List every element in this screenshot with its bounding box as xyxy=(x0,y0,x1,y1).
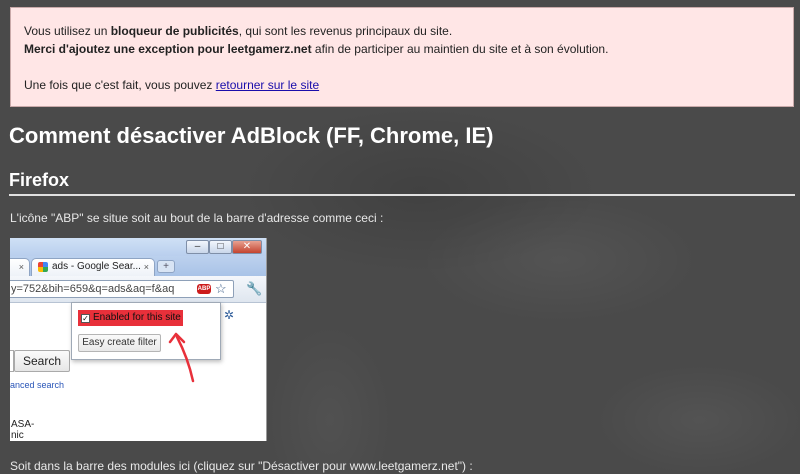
section-title-firefox: Firefox xyxy=(9,170,795,196)
result-fragment: nic xyxy=(11,430,24,441)
instruction-address-bar: L'icône "ABP" se situe soit au bout de l… xyxy=(10,211,384,225)
url-text: y=752&bih=659&q=ads&aq=f&aq xyxy=(11,283,175,295)
abp-icon: ABP xyxy=(197,284,211,294)
notice-exception-bold: Merci d'ajoutez une exception pour leetg… xyxy=(24,42,312,56)
browser-tab-row: × ads - Google Sear... × + xyxy=(10,256,266,276)
notice-line-2: Merci d'ajoutez une exception pour leetg… xyxy=(24,42,609,56)
adblock-notice: Vous utilisez un bloqueur de publicités,… xyxy=(10,7,794,107)
result-fragment: ASA- xyxy=(11,419,35,430)
notice-line-3: Une fois que c'est fait, vous pouvez ret… xyxy=(24,78,320,92)
tab-close-icon: × xyxy=(143,262,149,272)
enabled-label: Enabled for this site xyxy=(93,312,181,323)
browser-tab-google: ads - Google Sear... × xyxy=(31,258,155,276)
star-icon: ☆ xyxy=(215,281,227,296)
advanced-search-link: anced search xyxy=(10,380,65,390)
return-to-site-link[interactable]: retourner sur le site xyxy=(216,78,319,92)
easy-create-filter-button: Easy create filter xyxy=(78,334,161,352)
tab-close-icon: × xyxy=(18,262,24,272)
enabled-for-site-option: ✓ Enabled for this site xyxy=(78,310,183,326)
notice-adblocker-bold: bloqueur de publicités xyxy=(110,24,239,38)
notice-line-1: Vous utilisez un bloqueur de publicités,… xyxy=(24,24,453,38)
google-favicon-icon xyxy=(38,262,48,272)
browser-tab-previous: × xyxy=(10,258,30,276)
tab-title: ads - Google Sear... xyxy=(52,261,141,272)
gear-icon: ✲ xyxy=(224,308,235,322)
search-button: Search xyxy=(14,350,70,372)
checkbox-checked-icon: ✓ xyxy=(81,314,90,323)
close-window-icon: ✕ xyxy=(232,240,262,254)
abp-popup: ✓ Enabled for this site Easy create filte… xyxy=(71,302,221,360)
instruction-addon-bar: Soit dans la barre des modules ici (cliq… xyxy=(10,459,473,473)
browser-omnibar: y=752&bih=659&q=ads&aq=f&aq ABP ☆ 🔧 xyxy=(10,276,266,303)
page-title: Comment désactiver AdBlock (FF, Chrome, … xyxy=(9,123,494,148)
minimize-icon: – xyxy=(186,240,209,254)
chrome-abp-screenshot: – □ ✕ × ads - Google Sear... × + y=752&b… xyxy=(10,238,267,441)
url-field: y=752&bih=659&q=ads&aq=f&aq ABP ☆ xyxy=(10,280,234,298)
maximize-icon: □ xyxy=(209,240,232,254)
wrench-icon: 🔧 xyxy=(246,281,263,296)
browser-titlebar: – □ ✕ xyxy=(10,238,266,256)
new-tab-icon: + xyxy=(157,260,175,273)
